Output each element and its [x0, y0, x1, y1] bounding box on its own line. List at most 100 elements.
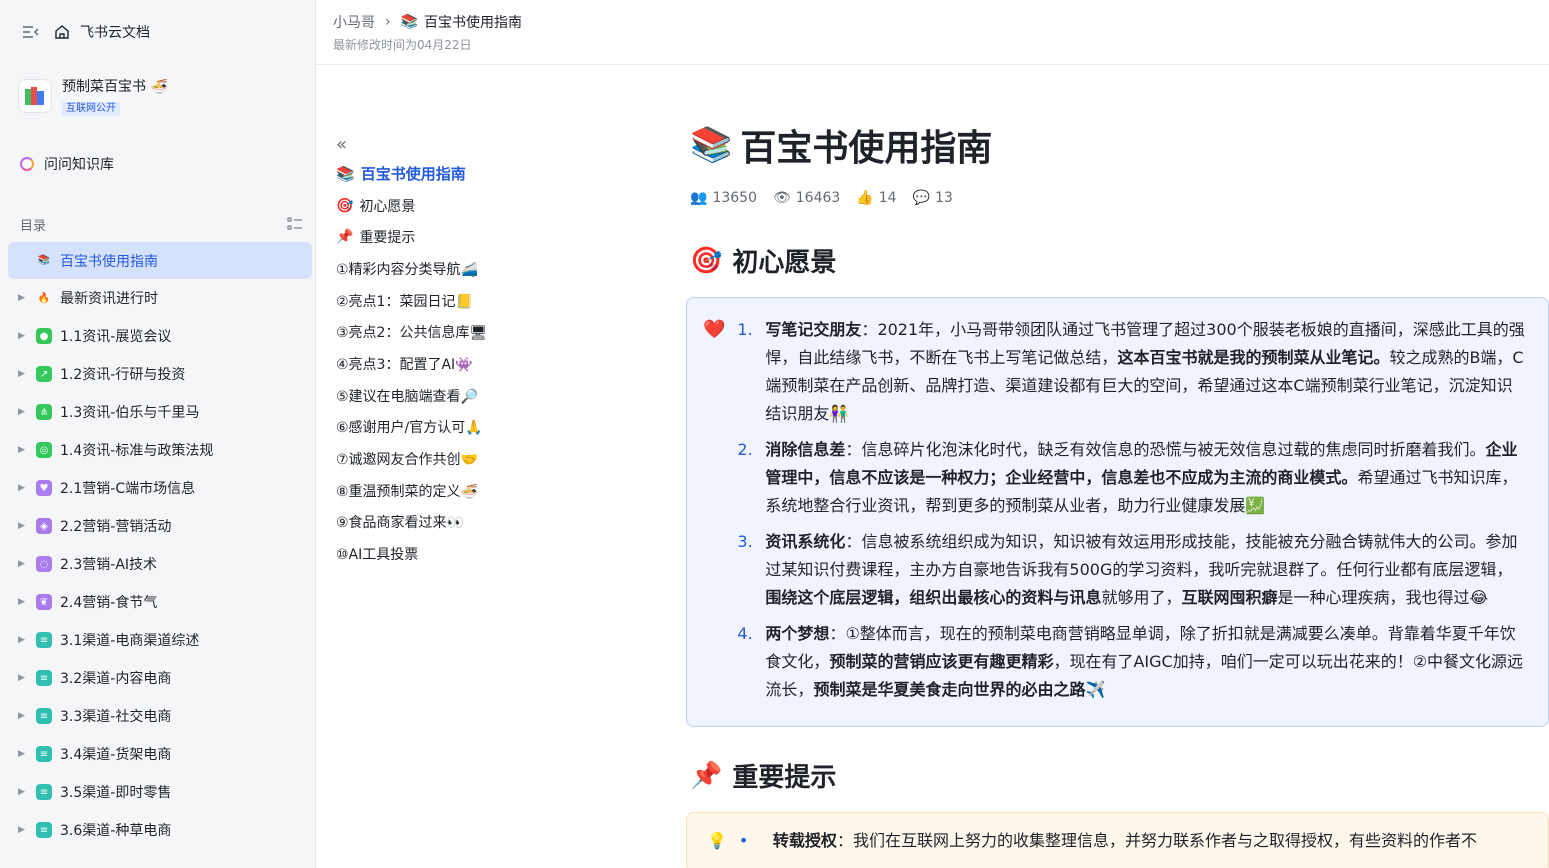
outline-item[interactable]: ①精彩内容分类导航🚄 — [336, 253, 636, 285]
section-heading: 🎯 初心愿景 — [686, 242, 1549, 279]
breadcrumb-current[interactable]: 📚 百宝书使用指南 — [401, 12, 522, 32]
ai-ring-icon — [20, 157, 34, 171]
space-header[interactable]: 预制菜百宝书 🍜 互联网公开 — [0, 64, 315, 128]
pushpin-icon: 📌 — [336, 229, 354, 246]
sidebar-item-3-4[interactable]: ▶ ≡ 3.4渠道-货架电商 — [0, 735, 315, 773]
books-icon: 📚 — [336, 164, 355, 183]
breadcrumb-parent[interactable]: 小马哥 — [333, 12, 375, 32]
expand-caret-icon[interactable]: ▶ — [18, 635, 30, 645]
doc-icon: ≡ — [36, 632, 52, 648]
likes-stat[interactable]: 👍 14 — [856, 190, 896, 206]
target-icon: 🎯 — [690, 245, 723, 276]
outline-item[interactable]: ⑦诚邀网友合作共创🤝 — [336, 443, 636, 475]
expand-caret-icon[interactable]: ▶ — [18, 369, 30, 379]
outline-item[interactable]: ⑧重温预制菜的定义🍜 — [336, 475, 636, 507]
sidebar-item-label: 3.4渠道-货架电商 — [60, 747, 172, 763]
sidebar-item-3-3[interactable]: ▶ ≡ 3.3渠道-社交电商 — [0, 697, 315, 735]
likes-count: 14 — [878, 190, 897, 206]
body-text: 是一种心理疾病，我也得过😂 — [1277, 588, 1489, 607]
expand-caret-icon[interactable]: ▶ — [18, 445, 30, 455]
sidebar-item-label: 1.4资讯-标准与政策法规 — [60, 443, 214, 459]
expand-caret-icon[interactable]: ▶ — [18, 825, 30, 835]
outline-item[interactable]: ②亮点1：菜园日记📒 — [336, 285, 636, 317]
ask-knowledge-base[interactable]: 问问知识库 — [0, 152, 315, 176]
bulb-icon: ◌ — [36, 556, 52, 572]
collapse-sidebar-icon[interactable] — [22, 25, 40, 39]
outline-item[interactable]: ⑨食品商家看过来👀 — [336, 507, 636, 539]
target-icon: 🎯 — [336, 197, 354, 214]
comment-icon: 💬 — [912, 190, 931, 206]
sidebar-item-2-3[interactable]: ▶ ◌ 2.3营销-AI技术 — [0, 545, 315, 583]
sidebar-item-1-3[interactable]: ▶ ⋔ 1.3资讯-伯乐与千里马 — [0, 393, 315, 431]
expand-caret-icon[interactable]: ▶ — [18, 597, 30, 607]
outline-item[interactable]: ③亮点2：公共信息库🖥 — [336, 316, 636, 348]
sidebar-item-label: 3.1渠道-电商渠道综述 — [60, 633, 200, 649]
pushpin-icon: 📌 — [690, 760, 723, 791]
space-logo-icon — [18, 79, 52, 113]
expand-caret-icon[interactable]: ▶ — [18, 711, 30, 721]
bold-text: 资讯系统化 — [765, 532, 846, 551]
sidebar-item-2-2[interactable]: ▶ ◈ 2.2营销-营销活动 — [0, 507, 315, 545]
heart-icon: ❤️ — [703, 319, 726, 340]
numbered-list: 1. 写笔记交朋友：2021年，小马哥带领团队通过飞书管理了超过300个服装老板… — [737, 316, 1528, 712]
doc-icon: ≡ — [36, 822, 52, 838]
books-icon: 📚 — [690, 125, 733, 165]
expand-caret-icon[interactable]: ▶ — [18, 673, 30, 683]
expand-caret-icon[interactable]: ▶ — [18, 331, 30, 341]
sidebar-item-news[interactable]: ▶ 🔥 最新资讯进行时 — [0, 279, 315, 317]
sidebar-item-label: 2.2营销-营销活动 — [60, 519, 172, 535]
app-name: 飞书云文档 — [80, 25, 150, 41]
list-view-icon[interactable] — [287, 217, 303, 231]
mic-icon: ● — [36, 328, 52, 344]
sidebar-item-label: 百宝书使用指南 — [60, 253, 158, 270]
sidebar-item-2-1[interactable]: ▶ ♥ 2.1营销-C端市场信息 — [0, 469, 315, 507]
sidebar-item-guide[interactable]: 📚 百宝书使用指南 — [8, 242, 312, 279]
outline-item-label: 百宝书使用指南 — [360, 165, 466, 184]
bold-text: 这本百宝书就是我的预制菜从业笔记。 — [1117, 348, 1390, 367]
toc-header: 目录 — [0, 214, 315, 234]
expand-caret-icon[interactable]: ▶ — [18, 483, 30, 493]
bold-text: 写笔记交朋友 — [765, 320, 862, 339]
trophy-icon: ♥ — [36, 480, 52, 496]
home-link[interactable]: 飞书云文档 — [54, 22, 150, 42]
collapse-outline-icon[interactable]: « — [336, 134, 636, 158]
expand-caret-icon[interactable]: ▶ — [18, 293, 30, 303]
breadcrumb: 小马哥 › 📚 百宝书使用指南 — [333, 12, 1549, 32]
sidebar-item-1-2[interactable]: ▶ ↗ 1.2资讯-行研与投资 — [0, 355, 315, 393]
section-heading-text: 重要提示 — [732, 763, 837, 793]
list-item: 1. 写笔记交朋友：2021年，小马哥带领团队通过飞书管理了超过300个服装老板… — [737, 316, 1528, 428]
toc-label: 目录 — [20, 218, 47, 234]
doc-icon: ≡ — [36, 708, 52, 724]
outline-item[interactable]: ⑩AI工具投票 — [336, 538, 636, 570]
toc-nav: 📚 百宝书使用指南 ▶ 🔥 最新资讯进行时 ▶ ● 1.1资讯-展览会议 ▶ ↗… — [0, 242, 315, 849]
outline-item[interactable]: 📌 重要提示 — [336, 221, 636, 253]
sidebar-item-1-4[interactable]: ▶ ◎ 1.4资讯-标准与政策法规 — [0, 431, 315, 469]
comments-stat[interactable]: 💬 13 — [913, 190, 953, 206]
expand-caret-icon[interactable]: ▶ — [18, 521, 30, 531]
list-item-text: 两个梦想：①整体而言，现在的预制菜电商营销略显单调，除了折扣就是满减要么凑单。背… — [765, 620, 1528, 704]
books-icon: 📚 — [400, 14, 419, 30]
doc-stats: 👥 13650 👁 16463 👍 14 💬 13 — [686, 190, 1549, 206]
expand-caret-icon[interactable]: ▶ — [18, 787, 30, 797]
expand-caret-icon[interactable]: ▶ — [18, 559, 30, 569]
expand-caret-icon[interactable]: ▶ — [18, 407, 30, 417]
bold-text: 预制菜的营销应该更有趣更精彩 — [829, 652, 1054, 671]
bold-text: 围绕这个底层逻辑，组织出最核心的资料与讯息 — [765, 588, 1102, 607]
outline-item[interactable]: 🎯 初心愿景 — [336, 190, 636, 222]
sidebar-item-3-2[interactable]: ▶ ≡ 3.2渠道-内容电商 — [0, 659, 315, 697]
sidebar-item-label: 3.6渠道-种草电商 — [60, 823, 172, 839]
outline-item[interactable]: ⑤建议在电脑端查看🔎 — [336, 380, 636, 412]
outline-item[interactable]: 📚 百宝书使用指南 — [336, 158, 636, 190]
expand-caret-icon[interactable]: ▶ — [18, 749, 30, 759]
sidebar-item-3-6[interactable]: ▶ ≡ 3.6渠道-种草电商 — [0, 811, 315, 849]
sidebar-item-3-1[interactable]: ▶ ≡ 3.1渠道-电商渠道综述 — [0, 621, 315, 659]
sidebar-item-3-5[interactable]: ▶ ≡ 3.5渠道-即时零售 — [0, 773, 315, 811]
page-title-text: 百宝书使用指南 — [740, 128, 993, 169]
sidebar-item-1-1[interactable]: ▶ ● 1.1资讯-展览会议 — [0, 317, 315, 355]
sidebar-item-label: 3.2渠道-内容电商 — [60, 671, 172, 687]
sidebar-item-label: 2.4营销-食节气 — [60, 595, 158, 611]
outline-item[interactable]: ⑥感谢用户/官方认可🙏 — [336, 412, 636, 444]
sidebar-item-2-4[interactable]: ▶ ❦ 2.4营销-食节气 — [0, 583, 315, 621]
outline-item[interactable]: ④亮点3：配置了AI👾 — [336, 348, 636, 380]
bold-text: 转载授权 — [772, 831, 837, 850]
